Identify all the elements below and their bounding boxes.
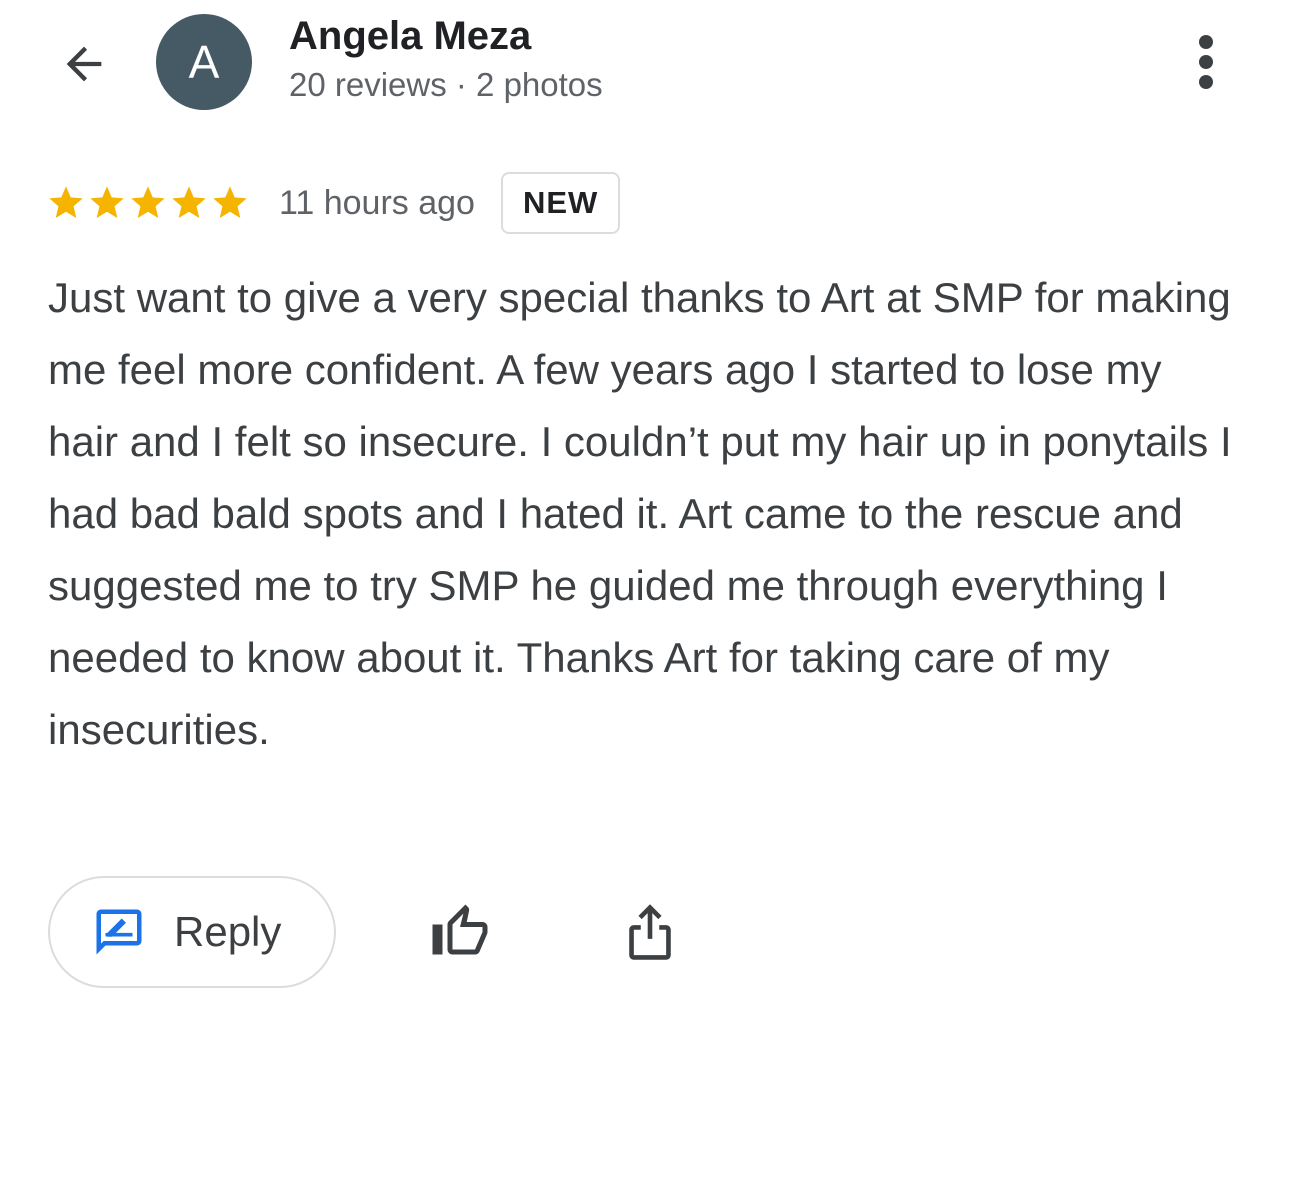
- avatar-letter: A: [188, 36, 220, 88]
- share-icon: [629, 904, 671, 960]
- avatar[interactable]: A: [156, 14, 252, 110]
- reply-button[interactable]: Reply: [48, 876, 336, 988]
- review-time: 11 hours ago: [279, 183, 475, 222]
- arrow-back-icon: [66, 46, 102, 82]
- thumb-up-icon: [432, 904, 488, 955]
- star-rating: [46, 183, 251, 223]
- back-button[interactable]: [52, 32, 116, 96]
- reply-label: Reply: [174, 908, 282, 955]
- rate-review-icon: [96, 909, 142, 955]
- reviewer-meta: 20 reviews · 2 photos: [289, 66, 603, 103]
- star-icon: [172, 186, 206, 218]
- reviewer-name[interactable]: Angela Meza: [289, 14, 531, 59]
- review-text: Just want to give a very special thanks …: [48, 274, 1232, 753]
- rating-row: 11 hours ago NEW: [46, 170, 621, 236]
- new-badge: NEW: [500, 172, 621, 234]
- star-icon: [213, 186, 247, 218]
- review-actions: Reply: [48, 876, 748, 988]
- star-icon: [131, 186, 165, 218]
- share-button[interactable]: [616, 898, 684, 966]
- star-icon: [49, 186, 83, 218]
- star-icon: [90, 186, 124, 218]
- more-vertical-icon: [1199, 35, 1213, 89]
- like-button[interactable]: [426, 898, 494, 966]
- review-header: A Angela Meza 20 reviews · 2 photos: [0, 0, 1290, 130]
- more-options-button[interactable]: [1180, 32, 1232, 92]
